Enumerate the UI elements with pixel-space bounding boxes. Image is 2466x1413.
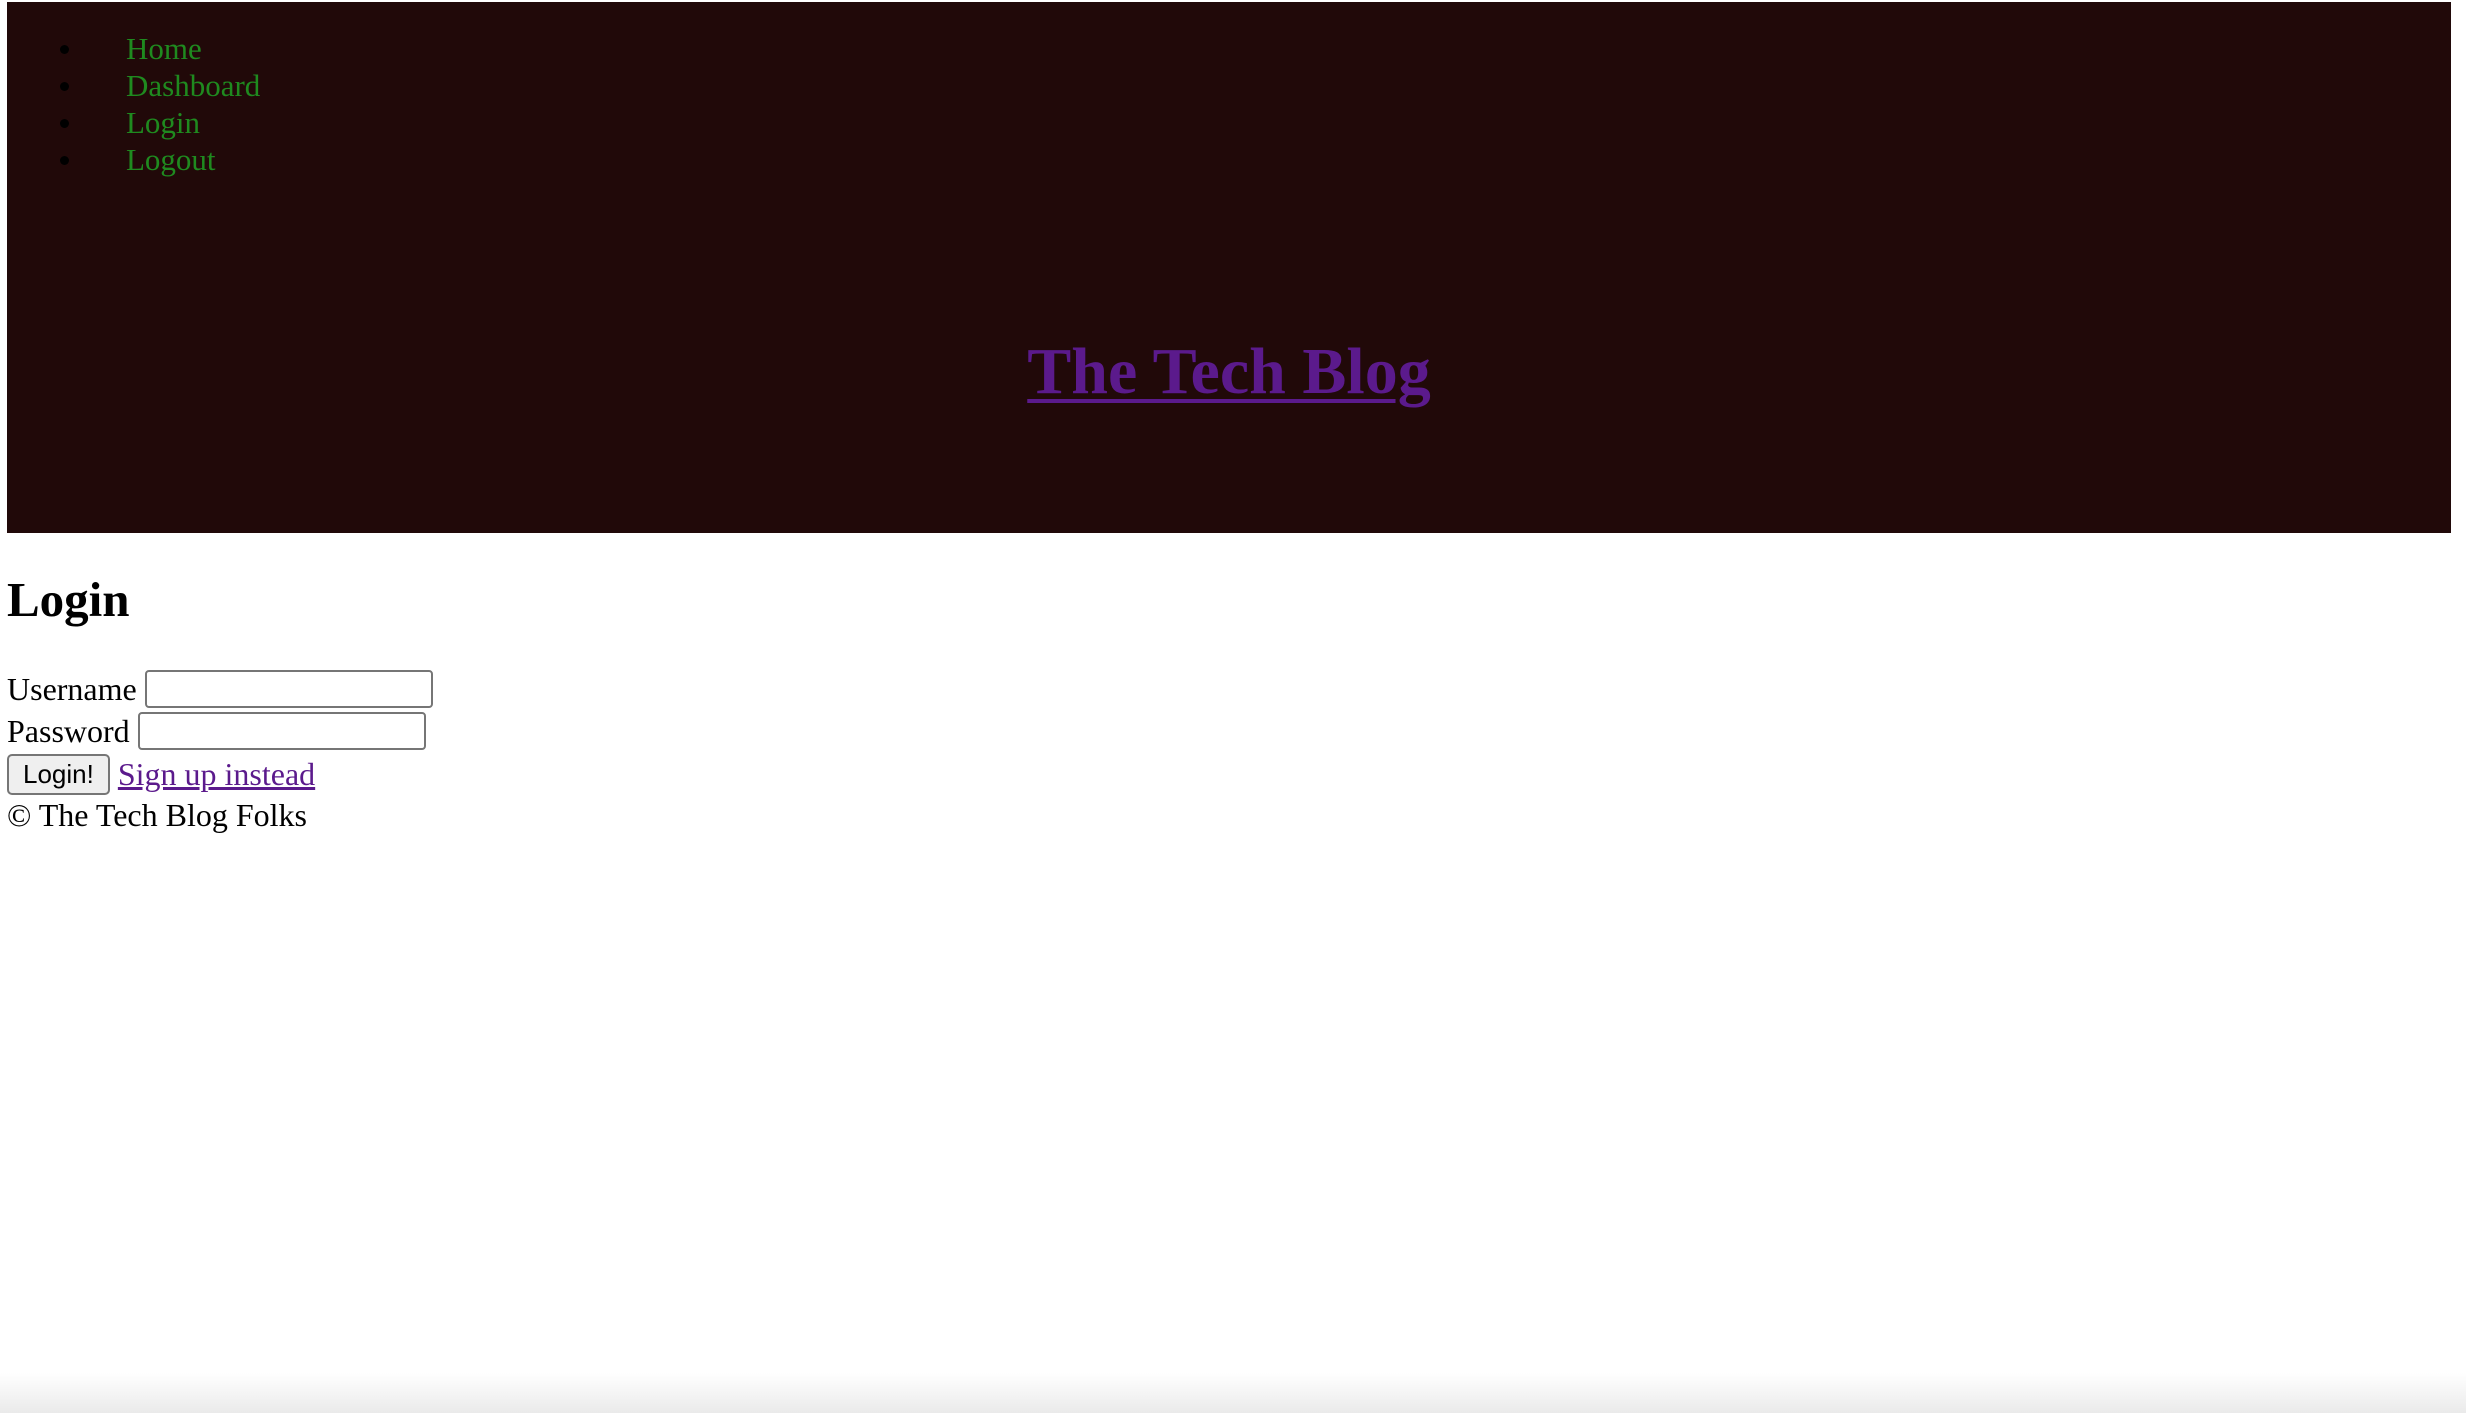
site-header: Home Dashboard Login Logout The Tech Blo… <box>7 2 2451 533</box>
nav-link-dashboard[interactable]: Dashboard <box>126 67 260 104</box>
password-label: Password <box>7 712 130 749</box>
login-heading: Login <box>7 572 130 627</box>
username-label: Username <box>7 670 137 707</box>
login-button[interactable]: Login! <box>7 753 110 795</box>
actions-row: Login! Sign up instead <box>7 753 315 795</box>
bullet-icon <box>60 119 69 128</box>
nav-link-home[interactable]: Home <box>126 30 202 67</box>
page: Home Dashboard Login Logout The Tech Blo… <box>0 0 2466 1413</box>
bottom-shade <box>0 1373 2466 1413</box>
footer: © The Tech Blog Folks <box>7 797 307 833</box>
password-row: Password <box>7 710 426 752</box>
password-input[interactable] <box>137 712 426 750</box>
nav-link-logout[interactable]: Logout <box>126 141 216 178</box>
site-title-link[interactable]: The Tech Blog <box>1027 335 1430 408</box>
username-row: Username <box>7 668 433 710</box>
signup-link[interactable]: Sign up instead <box>118 756 315 793</box>
nav-link-login[interactable]: Login <box>126 104 200 141</box>
bullet-icon <box>60 82 69 91</box>
site-title: The Tech Blog <box>7 332 2451 412</box>
bullet-icon <box>60 45 69 54</box>
bullet-icon <box>60 156 69 165</box>
username-input[interactable] <box>144 670 433 708</box>
